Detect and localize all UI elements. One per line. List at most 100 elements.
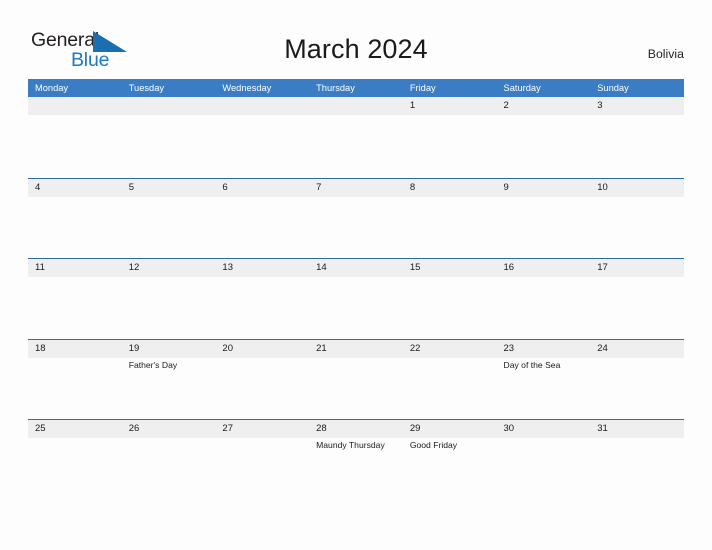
day-number: 22: [409, 342, 421, 354]
day-number: 19: [128, 342, 140, 354]
day-cell-19[interactable]: 19 Father's Day: [121, 339, 216, 420]
day-cell-30[interactable]: 30: [496, 420, 591, 500]
day-number: 31: [597, 423, 608, 435]
day-number: 21: [316, 342, 327, 354]
calendar-page: General Blue March 2024 Bolivia Monday Tu…: [0, 0, 712, 550]
day-cell-26[interactable]: 26: [121, 420, 216, 500]
day-cell-4[interactable]: 4: [28, 178, 122, 259]
day-number: 2: [503, 100, 509, 111]
day-cell-3[interactable]: 3: [590, 97, 684, 178]
day-cell-empty: [28, 97, 122, 178]
calendar-week-row: 18 19 Father's Day 20 21 22 23 Day of the Sea 24: [28, 338, 684, 420]
day-cell-27[interactable]: 27: [215, 420, 310, 500]
day-number: 6: [222, 181, 228, 193]
week-cells: 25 26 27 28 Maundy Thursday 29 Good Friday 30 31: [28, 420, 684, 500]
day-events: Maundy Thursday: [316, 439, 401, 451]
day-date-band: [215, 97, 310, 115]
week-cells: 11 12 13 14 15 16 17: [28, 259, 684, 339]
day-number: 13: [222, 262, 233, 274]
day-cell-11[interactable]: 11: [28, 259, 122, 339]
day-number: 23: [503, 342, 515, 354]
day-number: 10: [597, 181, 608, 193]
weekday-header-friday: Friday: [409, 83, 436, 93]
day-cell-28[interactable]: 28 Maundy Thursday: [309, 420, 403, 500]
day-date-band: [121, 97, 216, 115]
calendar-week-row: 25 26 27 28 Maundy Thursday 29 Good Friday 30 31: [28, 419, 684, 500]
day-cell-9[interactable]: 9: [496, 178, 591, 259]
day-cell-7[interactable]: 7: [309, 178, 403, 259]
calendar-week-row: 11 12 13 14 15 16 17: [28, 258, 684, 339]
event-label: Father's Day: [128, 359, 178, 370]
day-number: 8: [409, 181, 416, 193]
day-date-band: [402, 178, 497, 197]
weekday-header-sunday: Sunday: [597, 83, 629, 93]
weekday-header-row: Monday Tuesday Wednesday Thursday Friday Satu…: [28, 79, 684, 97]
day-cell-22[interactable]: 22: [402, 339, 497, 420]
day-date-band: [402, 97, 497, 115]
day-events: Good Friday: [410, 439, 495, 451]
day-date-band: [121, 178, 216, 197]
day-number: 30: [503, 423, 515, 435]
event-label: Maundy Thursday: [316, 440, 385, 451]
calendar-weeks: 1 2 3 4 5 6 7 8 9 10 11 12 13 14 15 16 17 18 19 Father's Da…: [28, 97, 684, 500]
day-cell-25[interactable]: 25: [28, 420, 122, 500]
day-date-band: [590, 97, 684, 115]
day-number: 3: [597, 100, 603, 111]
week-cells: 4 5 6 7 8 9 10: [28, 178, 684, 259]
week-cells: 1 2 3: [28, 97, 684, 178]
day-date-band: [309, 178, 403, 197]
week-cells: 18 19 Father's Day 20 21 22 23 Day of the Sea 24: [28, 339, 684, 420]
day-cell-13[interactable]: 13: [215, 259, 310, 339]
weekday-header-wednesday: Wednesday: [222, 83, 272, 93]
day-cell-8[interactable]: 8: [402, 178, 497, 259]
calendar-week-row: 1 2 3: [28, 97, 684, 178]
weekday-header-tuesday: Tuesday: [128, 83, 165, 93]
day-number: 1: [409, 100, 416, 111]
day-number: 18: [35, 342, 46, 354]
day-events: Father's Day: [129, 359, 214, 371]
country-label: Bolivia: [647, 47, 684, 61]
day-cell-5[interactable]: 5: [121, 178, 216, 259]
day-number: 28: [316, 423, 327, 435]
day-cell-31[interactable]: 31: [590, 420, 684, 500]
day-date-band: [496, 178, 591, 197]
weekday-header-thursday: Thursday: [316, 83, 355, 93]
calendar-week-row: 4 5 6 7 8 9 10: [28, 177, 684, 259]
day-date-band: [496, 97, 591, 115]
day-cell-12[interactable]: 12: [121, 259, 216, 339]
day-number: 17: [597, 262, 608, 274]
day-cell-1[interactable]: 1: [402, 97, 497, 178]
day-cell-14[interactable]: 14: [309, 259, 403, 339]
day-date-band: [28, 97, 122, 115]
day-cell-15[interactable]: 15: [402, 259, 497, 339]
day-cell-6[interactable]: 6: [215, 178, 310, 259]
day-cell-2[interactable]: 2: [496, 97, 591, 178]
day-number: 24: [597, 342, 608, 354]
day-cell-23[interactable]: 23 Day of the Sea: [496, 339, 591, 420]
day-number: 12: [128, 262, 140, 274]
day-number: 29: [409, 423, 421, 435]
day-cell-empty: [215, 97, 310, 178]
day-cell-18[interactable]: 18: [28, 339, 122, 420]
weekday-header-monday: Monday: [35, 83, 69, 93]
day-cell-17[interactable]: 17: [590, 259, 684, 339]
day-cell-empty: [309, 97, 403, 178]
day-cell-21[interactable]: 21: [309, 339, 403, 420]
day-number: 7: [316, 181, 322, 193]
day-number: 4: [35, 181, 41, 193]
day-cell-20[interactable]: 20: [215, 339, 310, 420]
event-label: Good Friday: [409, 440, 458, 451]
day-date-band: [215, 178, 310, 197]
day-cell-29[interactable]: 29 Good Friday: [402, 420, 497, 500]
day-events: Day of the Sea: [504, 359, 589, 371]
day-number: 25: [35, 423, 46, 435]
day-number: 11: [35, 262, 45, 274]
page-title: March 2024: [284, 34, 428, 64]
day-number: 15: [409, 262, 421, 274]
day-date-band: [28, 178, 122, 197]
day-cell-10[interactable]: 10: [590, 178, 684, 259]
day-number: 20: [222, 342, 233, 354]
calendar-grid: Monday Tuesday Wednesday Thursday Friday Satu…: [28, 79, 684, 500]
day-cell-16[interactable]: 16: [496, 259, 591, 339]
day-cell-24[interactable]: 24: [590, 339, 684, 420]
